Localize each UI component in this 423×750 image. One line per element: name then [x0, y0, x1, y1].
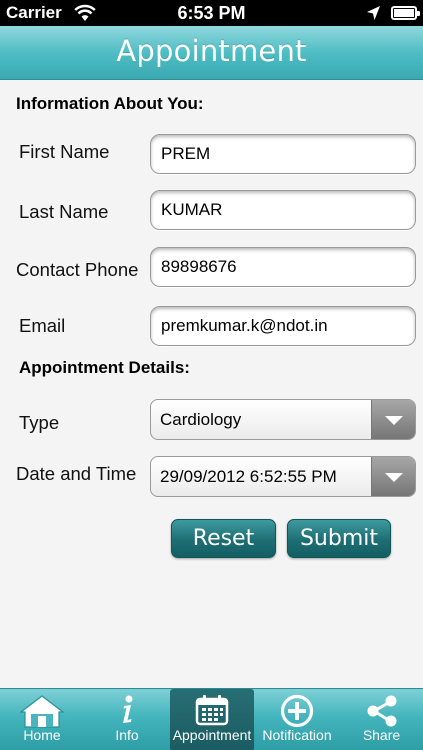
- tab-home-label: Home: [23, 727, 61, 743]
- tab-appointment-label: Appointment: [172, 727, 252, 743]
- last-name-field[interactable]: [150, 190, 416, 230]
- tab-notification-label: Notification: [262, 727, 332, 743]
- tab-home[interactable]: Home: [0, 689, 84, 750]
- plus-circle-icon: [280, 694, 314, 728]
- tab-share[interactable]: Share: [340, 689, 423, 750]
- last-name-label: Last Name: [19, 201, 109, 222]
- type-select[interactable]: Cardiology: [150, 399, 416, 440]
- tab-info-label: Info: [115, 727, 139, 743]
- type-select-value: Cardiology: [160, 410, 242, 429]
- battery-full-icon: [391, 6, 420, 20]
- page-title: Appointment: [116, 34, 307, 68]
- clock: 6:53 PM: [177, 3, 246, 23]
- chevron-down-icon[interactable]: [371, 457, 415, 496]
- reset-button[interactable]: Reset: [171, 519, 276, 558]
- contact-phone-field[interactable]: [150, 247, 416, 287]
- calendar-icon: [195, 695, 229, 726]
- submit-button[interactable]: Submit: [287, 519, 391, 558]
- tab-notification[interactable]: Notification: [256, 689, 338, 750]
- share-icon: [367, 695, 396, 727]
- home-icon: [19, 695, 65, 728]
- location-arrow-icon: [367, 6, 380, 20]
- tab-info[interactable]: Info: [86, 689, 168, 750]
- first-name-field[interactable]: [150, 134, 416, 174]
- tab-bar: Home Info Appointment Notification Share: [0, 688, 423, 750]
- status-bar: Carrier 6:53 PM: [0, 0, 423, 26]
- first-name-label: First Name: [19, 141, 110, 162]
- type-label: Type: [19, 412, 60, 433]
- email-field[interactable]: [150, 306, 416, 346]
- date-time-select[interactable]: 29/09/2012 6:52:55 PM: [150, 456, 416, 497]
- section-header-appointment-details: Appointment Details:: [19, 358, 190, 377]
- chevron-down-icon[interactable]: [371, 400, 415, 439]
- date-time-select-value: 29/09/2012 6:52:55 PM: [160, 467, 337, 486]
- tab-share-label: Share: [362, 727, 401, 743]
- date-time-label: Date and Time: [16, 463, 137, 484]
- email-label: Email: [19, 315, 66, 336]
- info-icon: [123, 695, 133, 723]
- contact-phone-label: Contact Phone: [16, 259, 139, 280]
- section-header-information: Information About You:: [16, 94, 204, 113]
- tab-appointment[interactable]: Appointment: [170, 689, 254, 750]
- nav-bar: Appointment: [0, 26, 423, 80]
